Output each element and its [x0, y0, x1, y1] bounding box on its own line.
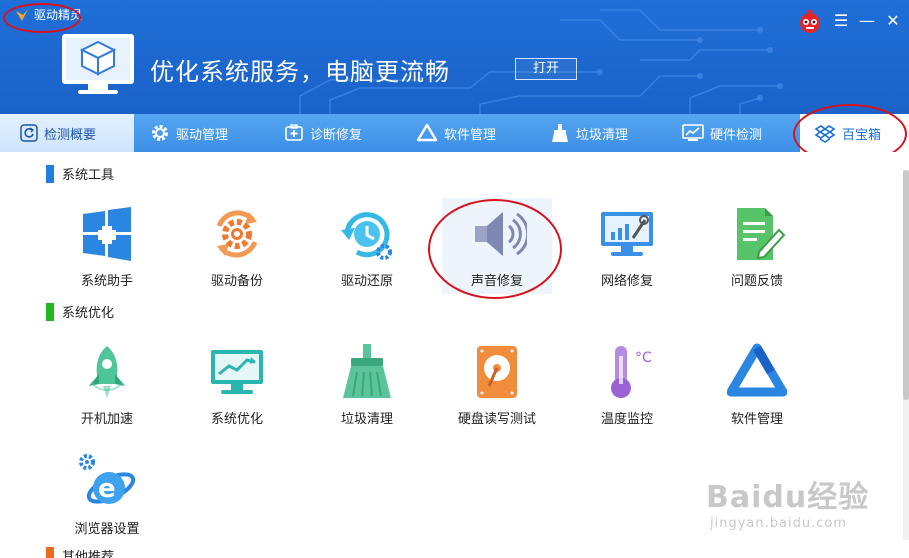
tool-label: 软件管理 [730, 412, 783, 427]
broom-icon [552, 124, 568, 142]
refresh-icon [20, 124, 38, 142]
section-title-text: 其他推荐 [62, 550, 115, 558]
tab-driver-management[interactable]: 驱动管理 [150, 114, 270, 152]
tool-network-repair[interactable]: 网络修复 [572, 198, 682, 294]
medkit-icon [285, 124, 303, 141]
gear-icon [152, 125, 168, 141]
section-title-text: 系统优化 [62, 306, 115, 321]
tab-label: 检测概要 [44, 127, 97, 143]
open-button[interactable]: 打开 [515, 58, 577, 80]
tool-label: 硬盘读写测试 [457, 412, 536, 427]
tool-label: 驱动还原 [340, 274, 393, 289]
section-title-other-recommendations: 其他推荐 [46, 546, 114, 558]
tab-software-management[interactable]: 软件管理 [416, 114, 536, 152]
tool-label: 浏览器设置 [74, 522, 140, 537]
ie-browser-icon: e [79, 454, 136, 504]
tab-label: 硬件检测 [710, 127, 763, 143]
content-scrollbar[interactable] [903, 170, 909, 540]
windows-plus-icon [83, 207, 131, 261]
tool-label: 驱动备份 [210, 274, 263, 289]
tool-system-optimize[interactable]: 系统优化 [182, 336, 292, 432]
annotation-ellipse-sound-repair [428, 199, 562, 299]
clock-restore-icon [341, 212, 392, 260]
tab-diagnose-repair[interactable]: 诊断修复 [284, 114, 404, 152]
triangle-logo-icon [727, 343, 787, 397]
tool-driver-backup[interactable]: 驱动备份 [182, 198, 292, 294]
rocket-icon [89, 346, 125, 398]
chart-icon [682, 124, 704, 141]
watermark-url: jingyan.baidu.com [710, 516, 847, 531]
section-title-text: 系统工具 [62, 168, 115, 183]
tab-label: 驱动管理 [176, 127, 229, 143]
monitor-chart-icon [211, 350, 263, 394]
mascot-icon[interactable] [797, 8, 823, 34]
section-title-system-tools: 系统工具 [46, 164, 114, 183]
watermark-brand: Baidu经验 [706, 480, 870, 515]
section-title-system-optimization: 系统优化 [46, 302, 114, 321]
close-button[interactable]: ✕ [885, 12, 901, 30]
section-color-bar [46, 546, 54, 558]
hard-disk-icon [477, 346, 517, 398]
tool-label: 温度监控 [600, 412, 653, 427]
thermometer-icon: °C [611, 346, 652, 398]
tool-browser-settings[interactable]: e 浏览器设置 [52, 446, 162, 542]
tool-temperature-monitor[interactable]: °C 温度监控 [572, 336, 682, 432]
network-monitor-icon [601, 212, 653, 256]
banner-slogan: 优化系统服务，电脑更流畅 [150, 58, 450, 86]
tab-label: 软件管理 [444, 127, 497, 143]
temperature-unit-label: °C [635, 350, 652, 366]
circuit-background-decoration [299, 9, 783, 114]
window-controls: ☰ — ✕ [797, 8, 901, 34]
tab-junk-cleanup[interactable]: 垃圾清理 [550, 114, 670, 152]
section-color-bar [46, 302, 54, 321]
tool-label: 网络修复 [600, 274, 653, 289]
gear-backup-icon [216, 210, 258, 258]
tool-disk-rw-test[interactable]: 硬盘读写测试 [442, 336, 552, 432]
tool-label: 开机加速 [80, 412, 133, 427]
tool-software-management[interactable]: 软件管理 [702, 336, 812, 432]
tool-label: 问题反馈 [730, 274, 783, 289]
minimize-button[interactable]: — [859, 12, 875, 30]
tab-detection-overview[interactable]: 检测概要 [0, 114, 134, 152]
main-tab-bar: 检测概要 驱动管理 诊断修复 软件管理 垃圾清理 硬件检测 百宝箱 [0, 114, 909, 152]
tab-label: 垃圾清理 [576, 127, 629, 143]
tool-label: 系统优化 [210, 412, 263, 427]
tool-junk-cleanup[interactable]: 垃圾清理 [312, 336, 422, 432]
monitor-box-illustration-icon [62, 34, 134, 94]
feedback-doc-icon [737, 208, 786, 260]
tool-label: 系统助手 [80, 274, 133, 289]
tool-boot-speedup[interactable]: 开机加速 [52, 336, 162, 432]
app-header: 驱动精灵 ☰ — ✕ 优化系统服务，电脑更流畅 打开 [0, 0, 909, 114]
tool-driver-restore[interactable]: 驱动还原 [312, 198, 422, 294]
tool-system-assistant[interactable]: 系统助手 [52, 198, 162, 294]
broom-icon [343, 344, 391, 398]
section-color-bar [46, 164, 54, 183]
tool-feedback[interactable]: 问题反馈 [702, 198, 812, 294]
tab-label: 诊断修复 [310, 127, 363, 143]
tab-hardware-detection[interactable]: 硬件检测 [682, 114, 792, 152]
scrollbar-thumb[interactable] [903, 170, 909, 400]
menu-button[interactable]: ☰ [833, 12, 849, 30]
svg-text:e: e [98, 474, 116, 504]
tool-label: 垃圾清理 [340, 412, 393, 427]
baidu-watermark: Baidu经验 jingyan.baidu.com [692, 452, 892, 542]
triangle-logo-icon [416, 123, 438, 142]
